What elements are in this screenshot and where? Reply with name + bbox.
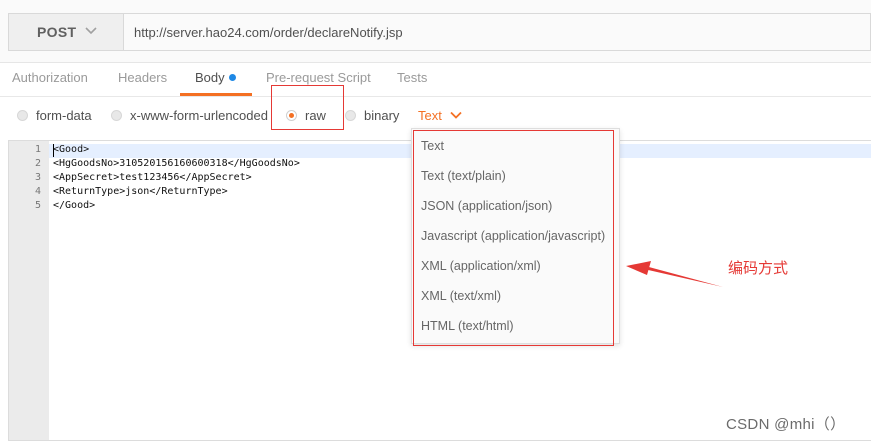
code-line: <HgGoodsNo>310520156160600318</HgGoodsNo…	[53, 158, 300, 169]
raw-highlight-box	[271, 85, 344, 130]
chevron-down-icon	[85, 27, 97, 35]
method-select[interactable]: POST	[8, 13, 124, 51]
radio-unchecked-icon	[17, 110, 28, 121]
watermark: CSDN @mhi（）	[726, 416, 846, 433]
url-input[interactable]: http://server.hao24.com/order/declareNot…	[124, 13, 871, 51]
tab-headers[interactable]: Headers	[118, 70, 167, 85]
code-line: <AppSecret>test123456</AppSecret>	[53, 172, 252, 183]
modified-dot-icon	[228, 74, 236, 81]
radio-unchecked-icon	[111, 110, 122, 121]
red-arrow-icon	[626, 261, 723, 287]
line-number: 5	[34, 200, 41, 211]
tab-pre-request-script[interactable]: Pre-request Script	[266, 70, 371, 85]
content-type-selected: Text	[418, 108, 442, 123]
menu-highlight-box	[413, 130, 614, 346]
radio-form-data[interactable]: form-data	[17, 108, 92, 123]
code-line: </Good>	[53, 200, 96, 211]
content-type-select[interactable]: Text	[418, 108, 462, 123]
radio-label: form-data	[36, 108, 92, 123]
line-number: 3	[34, 172, 41, 183]
radio-unchecked-icon	[345, 110, 356, 121]
text-cursor	[53, 144, 54, 157]
code-line: <ReturnType>json</ReturnType>	[53, 186, 228, 197]
radio-binary[interactable]: binary	[345, 108, 399, 123]
annotation-label: 编码方式	[728, 260, 789, 277]
request-tabs: Authorization Headers Body Pre-request S…	[0, 62, 871, 97]
line-number: 1	[34, 144, 41, 155]
line-number-gutter: 1 2 3 4 5	[9, 141, 49, 440]
tab-tests[interactable]: Tests	[397, 70, 427, 85]
tab-body[interactable]: Body	[195, 70, 236, 85]
request-bar: POST http://server.hao24.com/order/decla…	[0, 0, 871, 63]
line-number: 4	[34, 186, 41, 197]
chevron-down-icon	[450, 111, 462, 119]
url-text: http://server.hao24.com/order/declareNot…	[134, 24, 403, 40]
code-line: <Good>	[53, 144, 90, 155]
tab-body-label: Body	[195, 70, 225, 85]
radio-label: binary	[364, 108, 400, 123]
tab-authorization[interactable]: Authorization	[12, 70, 88, 85]
line-number: 2	[34, 158, 41, 169]
radio-x-www-form-urlencoded[interactable]: x-www-form-urlencoded	[111, 108, 268, 123]
radio-label: x-www-form-urlencoded	[130, 108, 268, 123]
method-label: POST	[37, 24, 77, 40]
